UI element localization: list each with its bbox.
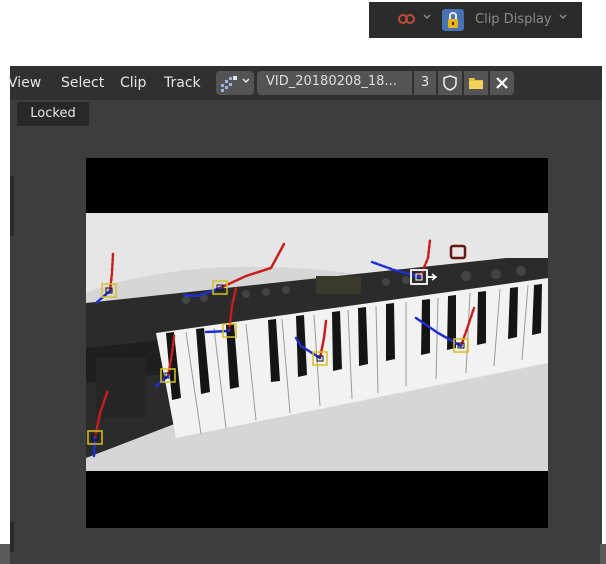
padlock-icon xyxy=(448,11,458,28)
region-edge xyxy=(10,176,14,236)
clip-type-dropdown[interactable] xyxy=(216,71,254,95)
locked-indicator: Locked xyxy=(17,102,89,126)
menu-clip[interactable]: Clip xyxy=(120,75,146,91)
clip-name-field[interactable]: VID_20180208_18... xyxy=(257,71,412,95)
clip-display-label[interactable]: Clip Display xyxy=(475,12,552,27)
region-edge xyxy=(10,522,14,552)
clip-frame[interactable] xyxy=(86,158,548,528)
clip-editor-window: View Select Clip Track VID_20180208_18..… xyxy=(8,66,602,564)
fake-user-button[interactable] xyxy=(438,71,462,95)
clip-users-count[interactable]: 3 xyxy=(414,71,436,95)
menu-track[interactable]: Track xyxy=(164,75,201,91)
unlink-clip-button[interactable] xyxy=(490,71,514,95)
chevron-down-icon[interactable] xyxy=(558,12,568,25)
menu-select[interactable]: Select xyxy=(61,75,104,91)
open-clip-button[interactable] xyxy=(464,71,488,95)
lock-toggle-button[interactable] xyxy=(442,9,464,31)
clip-display-bar: Clip Display xyxy=(369,2,582,38)
video-frame xyxy=(86,213,548,471)
shield-icon xyxy=(443,75,457,91)
clip-editor-icon xyxy=(221,76,237,92)
region-edge xyxy=(0,544,10,564)
chevron-down-icon xyxy=(241,76,251,89)
menu-view[interactable]: View xyxy=(8,75,41,91)
chevron-down-icon[interactable] xyxy=(422,12,432,25)
region-edge xyxy=(600,544,606,564)
close-icon xyxy=(496,77,508,89)
editor-header: View Select Clip Track VID_20180208_18..… xyxy=(8,66,602,100)
folder-icon xyxy=(469,78,483,89)
overlay-rings-icon[interactable] xyxy=(397,13,417,29)
